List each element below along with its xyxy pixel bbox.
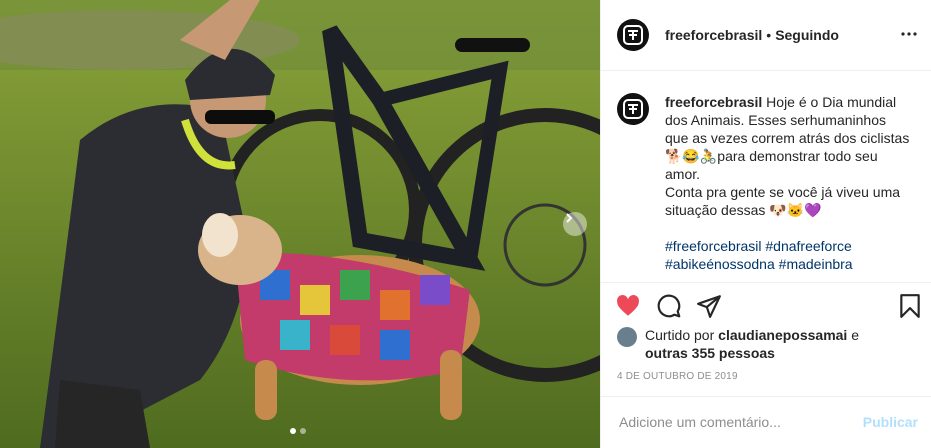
hashtag-link[interactable]: #abikeénossodna <box>665 256 775 272</box>
heart-icon[interactable] <box>615 293 641 319</box>
carousel-dots <box>290 428 306 434</box>
likes-connector: e <box>851 327 860 343</box>
caption-text: freeforcebrasil Hoje é o Dia mundial dos… <box>665 93 913 273</box>
caption-line2: Conta pra gente se você já viveu uma sit… <box>665 184 901 218</box>
hashtag-link[interactable]: #freeforcebrasil <box>665 238 762 254</box>
publish-button[interactable]: Publicar <box>863 414 918 430</box>
carousel-dot-active <box>290 428 296 434</box>
post-date[interactable]: 4 DE OUTUBRO DE 2019 <box>617 371 738 382</box>
share-icon[interactable] <box>696 293 722 319</box>
post-caption: freeforcebrasil Hoje é o Dia mundial dos… <box>617 93 917 273</box>
photo-illustration <box>0 0 600 448</box>
hashtag-link[interactable]: #dnafreeforce <box>765 238 851 254</box>
caption-username[interactable]: freeforcebrasil <box>665 94 762 110</box>
comment-bar: Publicar <box>601 396 931 448</box>
header-separator: • <box>766 27 772 43</box>
bookmark-icon[interactable] <box>897 293 923 319</box>
instagram-post: freeforcebrasil • Seguindo freeforcebras… <box>0 0 931 448</box>
following-button[interactable]: Seguindo <box>775 27 839 43</box>
more-icon[interactable] <box>901 26 917 42</box>
carousel-dot <box>300 428 306 434</box>
hashtag-link[interactable]: #madeinbra <box>779 256 853 272</box>
liker-username[interactable]: claudianepossamai <box>718 327 847 343</box>
comment-icon[interactable] <box>656 293 682 319</box>
comment-input[interactable] <box>617 413 841 431</box>
likes-prefix: Curtido por <box>645 327 715 343</box>
post-photo[interactable] <box>0 0 600 448</box>
avatar[interactable] <box>617 19 649 51</box>
freeforce-logo-icon <box>623 99 643 119</box>
header-username[interactable]: freeforcebrasil <box>665 27 762 43</box>
liker-avatar[interactable] <box>617 327 637 347</box>
chevron-right-icon <box>566 213 573 223</box>
post-header: freeforcebrasil • Seguindo <box>601 0 931 71</box>
post-side-panel: freeforcebrasil • Seguindo freeforcebras… <box>600 0 931 448</box>
likes-text: Curtido por claudianepossamai e outras 3… <box>645 326 859 362</box>
likes-summary: Curtido por claudianepossamai e outras 3… <box>617 326 859 362</box>
freeforce-logo-icon <box>623 25 643 45</box>
likes-others[interactable]: outras 355 pessoas <box>645 345 775 361</box>
next-photo-button[interactable] <box>563 212 587 236</box>
caption-avatar[interactable] <box>617 93 649 125</box>
